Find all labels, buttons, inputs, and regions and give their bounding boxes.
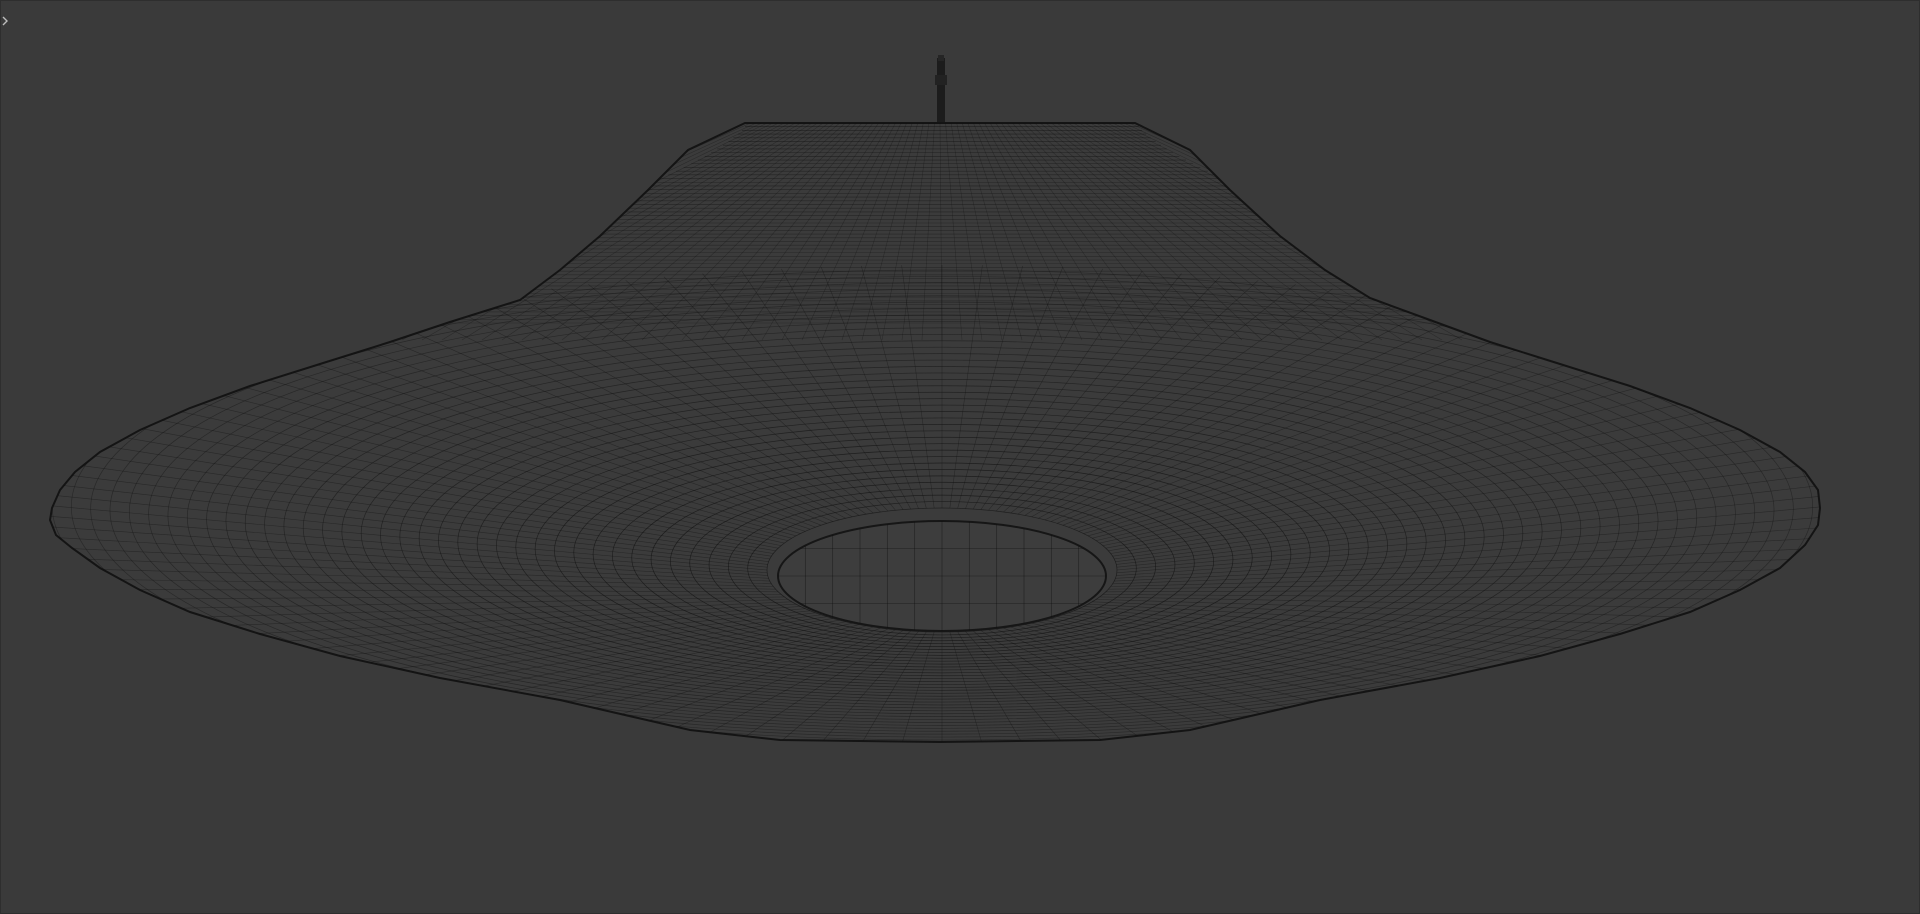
mesh-center-hole bbox=[777, 520, 1107, 632]
mesh-top-pin bbox=[935, 55, 947, 122]
wireframe-mesh[interactable] bbox=[0, 0, 1920, 914]
3d-viewport[interactable] bbox=[0, 0, 1920, 914]
